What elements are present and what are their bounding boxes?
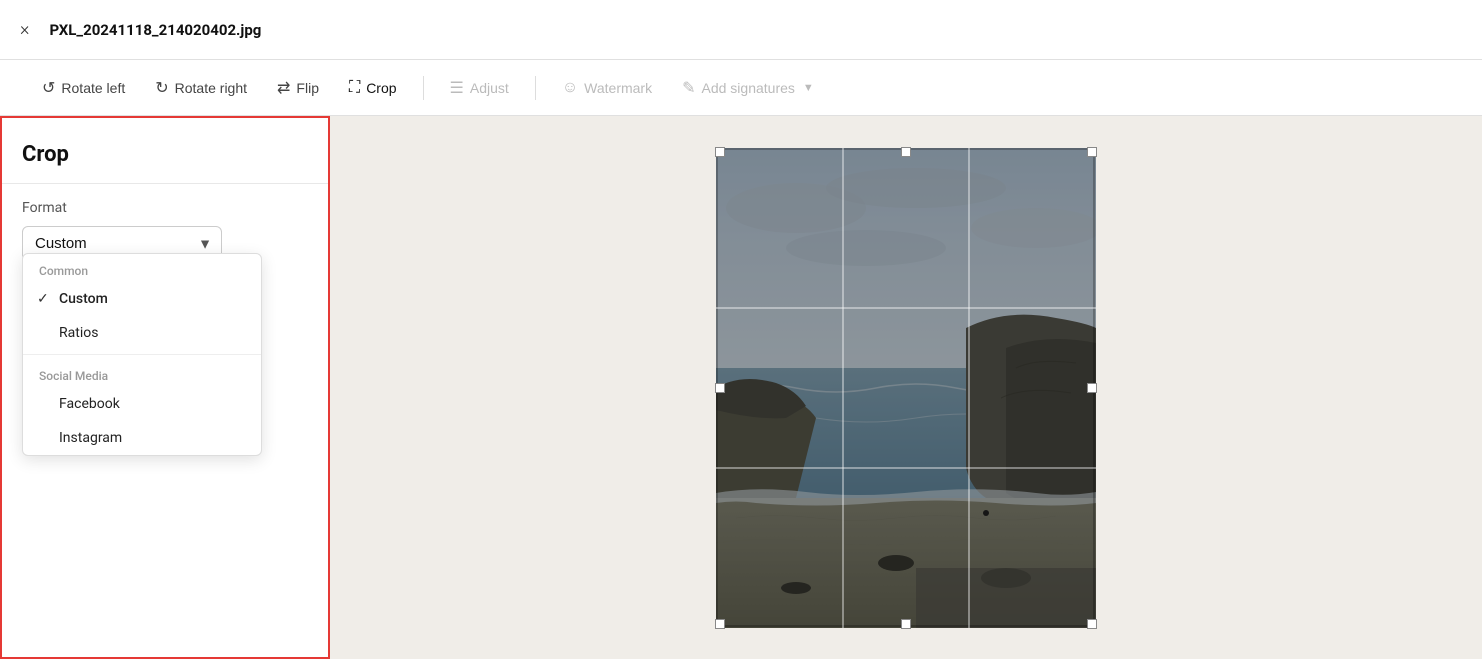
toolbar-separator-2 [535,76,536,100]
crop-label: Crop [366,80,396,96]
dropdown-group-social: Social Media [23,359,261,387]
signatures-icon: ✎ [682,78,695,98]
watermark-button[interactable]: ☺ Watermark [550,73,664,103]
add-signatures-label: Add signatures [702,80,795,96]
format-dropdown: Common Custom Ratios Social Media Facebo… [22,253,262,456]
image-container [716,148,1096,628]
sidebar-title: Crop [2,118,328,184]
dropdown-group-common: Common [23,254,261,282]
crop-button[interactable]: ⛶ Crop [337,73,409,103]
rotate-right-button[interactable]: ↻ Rotate right [143,72,259,104]
rotate-left-button[interactable]: ↺ Rotate left [30,72,137,104]
main-area: Crop Format Custom Ratios Facebook Insta… [0,116,1482,659]
rotate-left-label: Rotate left [61,80,125,96]
crop-icon: ⛶ [349,79,360,97]
flip-icon: ⇄ [277,78,290,98]
chevron-down-icon: ▼ [803,82,814,94]
toolbar: ↺ Rotate left ↻ Rotate right ⇄ Flip ⛶ Cr… [0,60,1482,116]
dropdown-item-instagram[interactable]: Instagram [23,421,261,455]
dropdown-item-facebook[interactable]: Facebook [23,387,261,421]
dropdown-item-ratios[interactable]: Ratios [23,316,261,350]
dropdown-item-custom[interactable]: Custom [23,282,261,316]
format-label: Format [22,200,308,216]
file-title: PXL_20241118_214020402.jpg [49,21,261,39]
canvas-area [330,116,1482,659]
watermark-icon: ☺ [562,79,578,97]
rotate-right-icon: ↻ [155,78,168,98]
format-select-wrapper: Custom Ratios Facebook Instagram ▼ Commo… [22,226,222,261]
adjust-button[interactable]: ☰ Adjust [438,72,521,104]
dropdown-divider [23,354,261,355]
header: × PXL_20241118_214020402.jpg [0,0,1482,60]
rotate-right-label: Rotate right [175,80,247,96]
adjust-icon: ☰ [450,78,464,98]
rotate-left-icon: ↺ [42,78,55,98]
coastal-image [716,148,1096,628]
sidebar-body: Format Custom Ratios Facebook Instagram … [2,184,328,277]
close-button[interactable]: × [20,19,29,40]
watermark-label: Watermark [584,80,652,96]
flip-button[interactable]: ⇄ Flip [265,72,331,104]
flip-label: Flip [296,80,319,96]
toolbar-separator [423,76,424,100]
add-signatures-button[interactable]: ✎ Add signatures ▼ [670,72,826,104]
crop-sidebar: Crop Format Custom Ratios Facebook Insta… [0,116,330,659]
adjust-label: Adjust [470,80,509,96]
